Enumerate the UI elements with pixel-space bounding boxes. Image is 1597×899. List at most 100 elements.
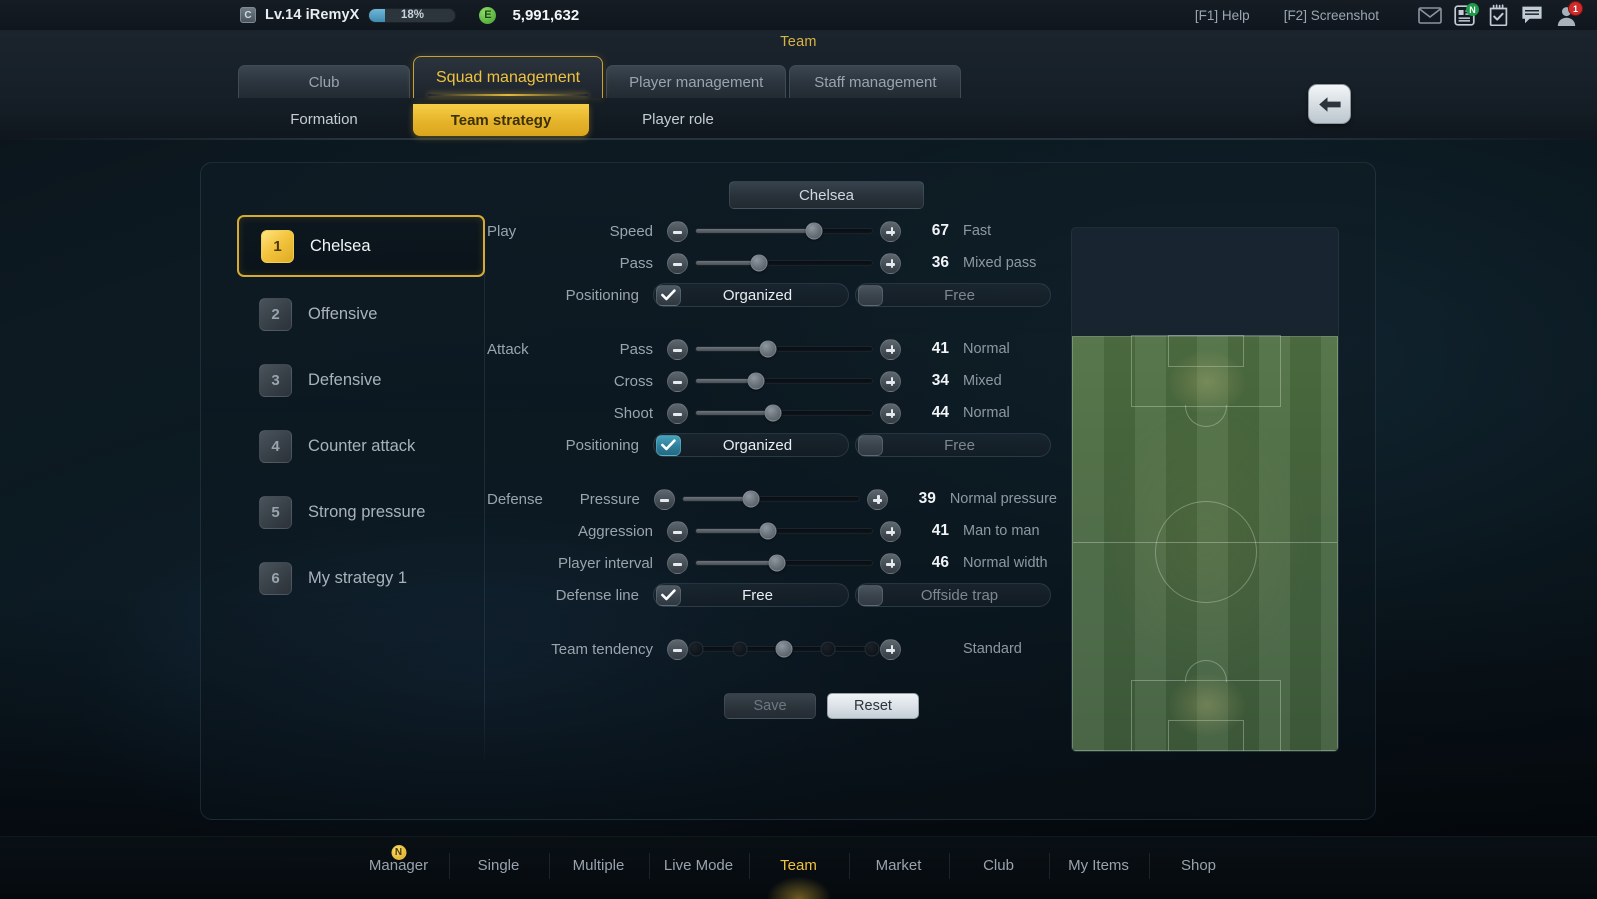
bottomnav-item-label: Live Mode — [663, 857, 734, 874]
strategy-item-chelsea[interactable]: 1 Chelsea — [237, 215, 485, 277]
strategy-item-strong-pressure[interactable]: 5 Strong pressure — [237, 483, 485, 541]
tendency-step-3[interactable] — [775, 640, 793, 658]
decrement-button[interactable] — [667, 552, 688, 574]
bottomnav-item-shop[interactable]: Shop — [1148, 837, 1249, 895]
toggle-option-off[interactable]: Free — [855, 283, 1051, 307]
toggle-option-off[interactable]: Free — [855, 433, 1051, 457]
decrement-button[interactable] — [667, 252, 688, 274]
bottomnav-item-my-items[interactable]: My Items — [1048, 837, 1149, 895]
strategy-item-offensive[interactable]: 2 Offensive — [237, 285, 485, 343]
slider-track[interactable] — [695, 340, 873, 358]
toggle-option-on[interactable]: Organized — [653, 283, 849, 307]
checkbox-checked[interactable] — [656, 584, 681, 606]
back-button[interactable] — [1308, 84, 1351, 124]
screenshot-shortcut-label[interactable]: [F2] Screenshot — [1284, 8, 1379, 23]
slider-track[interactable] — [695, 222, 873, 240]
reset-button[interactable]: Reset — [827, 693, 919, 719]
strategy-item-defensive[interactable]: 3 Defensive — [237, 351, 485, 409]
increment-button[interactable] — [880, 252, 901, 274]
news-icon[interactable]: N — [1447, 0, 1481, 30]
checkbox-unchecked[interactable] — [858, 434, 883, 456]
slider-fill — [696, 561, 777, 565]
increment-button[interactable] — [880, 220, 901, 242]
toggle-on-label: Organized — [722, 286, 793, 304]
checkbox-unchecked[interactable] — [858, 284, 883, 306]
slider-handle[interactable] — [759, 340, 777, 358]
bottomnav-item-label: Shop — [1180, 857, 1217, 874]
help-shortcut-label[interactable]: [F1] Help — [1195, 8, 1250, 23]
slider-description: Normal pressure — [949, 491, 1057, 507]
bottomnav-item-multiple[interactable]: Multiple — [548, 837, 649, 895]
toggle-option-on[interactable]: Free — [653, 583, 849, 607]
pitch-field[interactable] — [1072, 335, 1338, 751]
chat-icon[interactable] — [1515, 0, 1549, 30]
strategy-settings: Play Speed 67 Fast Pass 36 Mixed pass Positioni… — [487, 215, 1057, 719]
toggle-option-off[interactable]: Offside trap — [855, 583, 1051, 607]
bottomnav-item-club[interactable]: Club — [948, 837, 1049, 895]
tendency-step-2[interactable] — [732, 641, 748, 657]
subtab-player-role-label: Player role — [642, 111, 714, 128]
slider-row-speed: Speed 67 Fast — [487, 215, 1057, 247]
tendency-decrement-button[interactable] — [667, 638, 688, 660]
slider-track[interactable] — [695, 404, 873, 422]
slider-handle[interactable] — [742, 490, 760, 508]
bottomnav-item-manager[interactable]: N Manager — [349, 837, 449, 895]
tab-player-management[interactable]: Player management — [606, 65, 787, 98]
slider-handle[interactable] — [747, 372, 765, 390]
strategy-item-label: Strong pressure — [308, 502, 426, 521]
slider-track[interactable] — [695, 522, 873, 540]
slider-handle[interactable] — [764, 404, 782, 422]
tendency-step-1[interactable] — [688, 641, 704, 657]
toggle-row-positioning: Positioning Organized Free — [487, 429, 1057, 461]
bottomnav-item-live-mode[interactable]: Live Mode — [648, 837, 749, 895]
slider-handle[interactable] — [759, 522, 777, 540]
slider-handle[interactable] — [805, 222, 823, 240]
sub-tab-bar: Formation Team strategy Player role — [238, 104, 767, 140]
slider-row-shoot: Shoot 44 Normal — [487, 397, 1057, 429]
slider-track[interactable] — [695, 554, 873, 572]
decrement-button[interactable] — [667, 338, 688, 360]
bottomnav-item-team[interactable]: Team — [748, 837, 849, 899]
tab-club[interactable]: Club — [238, 65, 410, 98]
checkbox-checked[interactable] — [656, 284, 681, 306]
tendency-step-5[interactable] — [864, 641, 880, 657]
decrement-button[interactable] — [667, 370, 688, 392]
tab-squad-management[interactable]: Squad management — [413, 56, 604, 98]
increment-button[interactable] — [880, 338, 901, 360]
toggle-option-on[interactable]: Organized — [653, 433, 849, 457]
bottomnav-item-market[interactable]: Market — [848, 837, 949, 895]
slider-track[interactable] — [695, 372, 873, 390]
slider-fill — [696, 347, 769, 351]
increment-button[interactable] — [880, 520, 901, 542]
mail-icon[interactable] — [1413, 0, 1447, 30]
tendency-step-4[interactable] — [820, 641, 836, 657]
tendency-track[interactable] — [688, 640, 880, 658]
decrement-button[interactable] — [667, 520, 688, 542]
decrement-button[interactable] — [667, 220, 688, 242]
slider-handle[interactable] — [768, 554, 786, 572]
subtab-player-role[interactable]: Player role — [592, 104, 764, 135]
subtab-formation[interactable]: Formation — [238, 104, 410, 135]
increment-button[interactable] — [880, 552, 901, 574]
friends-icon[interactable]: 1 — [1549, 0, 1583, 30]
slider-track[interactable] — [681, 490, 860, 508]
strategy-item-counter-attack[interactable]: 4 Counter attack — [237, 417, 485, 475]
decrement-button[interactable] — [667, 402, 688, 424]
checkbox-unchecked[interactable] — [858, 584, 883, 606]
slider-track[interactable] — [695, 254, 873, 272]
increment-button[interactable] — [880, 402, 901, 424]
increment-button[interactable] — [866, 488, 888, 510]
decrement-button[interactable] — [653, 488, 675, 510]
strategy-item-my-strategy-1[interactable]: 6 My strategy 1 — [237, 549, 485, 607]
bottomnav-item-single[interactable]: Single — [448, 837, 549, 895]
tab-staff-management[interactable]: Staff management — [789, 65, 962, 98]
tendency-increment-button[interactable] — [880, 638, 901, 660]
checkbox-checked[interactable] — [656, 434, 681, 456]
top-status-bar: C Lv.14 iRemyX 18% E 5,991,632 [F1] Help… — [0, 0, 1597, 30]
tasks-icon[interactable] — [1481, 0, 1515, 30]
team-name-chip[interactable]: Chelsea — [729, 181, 924, 209]
save-button[interactable]: Save — [724, 693, 816, 719]
slider-handle[interactable] — [750, 254, 768, 272]
subtab-team-strategy[interactable]: Team strategy — [413, 104, 589, 136]
increment-button[interactable] — [880, 370, 901, 392]
